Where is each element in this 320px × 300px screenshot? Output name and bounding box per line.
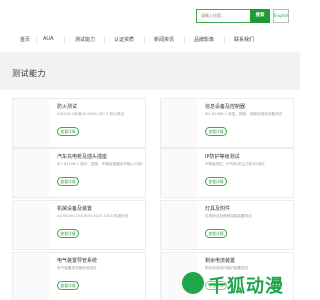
watermark: 千狐动漫	[180, 268, 296, 298]
service-card[interactable]: 灯具及附件 灯具测试及照明控制装置测试 查看详情	[160, 200, 294, 250]
nav-item-aua[interactable]: AUA	[43, 36, 54, 42]
card-title: 剩余电流装置	[205, 258, 236, 264]
language-button[interactable]: English	[273, 9, 289, 23]
card-title: 电气装置导管系统	[57, 258, 98, 264]
service-card[interactable]: 防火测试 AS1530.4标准/UL2625/ ISO 3 防火测试 查看详情	[12, 98, 146, 148]
view-details-button[interactable]: 查看详情	[57, 229, 79, 238]
view-details-button[interactable]: 查看详情	[57, 177, 79, 186]
nav-item-home[interactable]: 首页	[20, 36, 30, 43]
card-description: 电气装置用导管系统测试	[57, 266, 97, 270]
search-button[interactable]: 搜索	[250, 9, 270, 23]
nav-divider	[36, 37, 37, 43]
card-thumbnail	[161, 99, 197, 147]
card-description: IEC 62196-1 插头、插座、车辆连接器及车辆入口测试	[57, 162, 143, 166]
nav-item-certification[interactable]: 认证资质	[114, 36, 134, 43]
card-description: IEC 62368-1 信息、视频、音频及相关设备测试	[205, 112, 283, 116]
service-card[interactable]: 机械设备及装置 AS 60204.1/UL/NZS 4024.1204 机械安全…	[12, 200, 146, 250]
view-details-button[interactable]: 查看详情	[57, 127, 79, 136]
nav-divider	[104, 37, 105, 43]
card-title: 防火测试	[57, 104, 78, 110]
view-details-button[interactable]: 查看详情	[57, 281, 79, 290]
card-thumbnail	[13, 99, 49, 147]
card-description: AS1530.4标准/UL2625/ ISO 3 防火测试	[57, 112, 124, 116]
nav-divider	[224, 37, 225, 43]
card-title: IP防护等级测试	[205, 154, 240, 160]
watermark-logo-icon	[182, 272, 204, 294]
card-title: 信息设备及控制器	[205, 104, 246, 110]
card-thumbnail	[161, 149, 197, 197]
card-title: 机械设备及装置	[57, 206, 93, 212]
search-input[interactable]: 请输入检索...	[196, 9, 250, 23]
nav-item-brand[interactable]: 品牌影像	[194, 36, 214, 43]
card-thumbnail	[13, 253, 49, 300]
service-card[interactable]: IP防护等级测试 IP等级测试，IP代码(防尘与防水)测试 查看详情	[160, 148, 294, 198]
watermark-text: 千狐动漫	[208, 276, 284, 297]
view-details-button[interactable]: 查看详情	[205, 127, 227, 136]
card-title: 灯具及附件	[205, 206, 231, 212]
nav-item-testing[interactable]: 测试能力	[75, 36, 95, 43]
card-description: 灯具测试及照明控制装置测试	[205, 214, 252, 218]
card-title: 汽车充电枪及插头插座	[57, 154, 108, 160]
view-details-button[interactable]: 查看详情	[205, 177, 227, 186]
card-thumbnail	[161, 201, 197, 249]
nav-divider	[64, 37, 65, 43]
top-bar: 请输入检索... 搜索 English	[0, 0, 300, 32]
card-description: IP等级测试，IP代码(防尘与防水)测试	[205, 162, 265, 166]
service-card[interactable]: 电气装置导管系统 电气装置用导管系统测试 查看详情	[12, 252, 146, 300]
card-thumbnail	[13, 201, 49, 249]
service-card[interactable]: 汽车充电枪及插头插座 IEC 62196-1 插头、插座、车辆连接器及车辆入口测…	[12, 148, 146, 198]
card-thumbnail	[13, 149, 49, 197]
nav-divider	[144, 37, 145, 43]
card-description: AS 60204.1/UL/NZS 4024.1204 机械安全	[57, 214, 129, 218]
view-details-button[interactable]: 查看详情	[205, 229, 227, 238]
nav-item-news[interactable]: 新闻资讯	[154, 36, 174, 43]
search-box: 请输入检索... 搜索	[196, 9, 270, 23]
section-title: 测试能力	[12, 69, 46, 78]
nav-divider	[184, 37, 185, 43]
main-nav: 首页 AUA 测试能力 认证资质 新闻资讯 品牌影像 联系我们	[0, 34, 300, 46]
nav-item-contact[interactable]: 联系我们	[234, 36, 254, 43]
service-card[interactable]: 信息设备及控制器 IEC 62368-1 信息、视频、音频及相关设备测试 查看详…	[160, 98, 294, 148]
